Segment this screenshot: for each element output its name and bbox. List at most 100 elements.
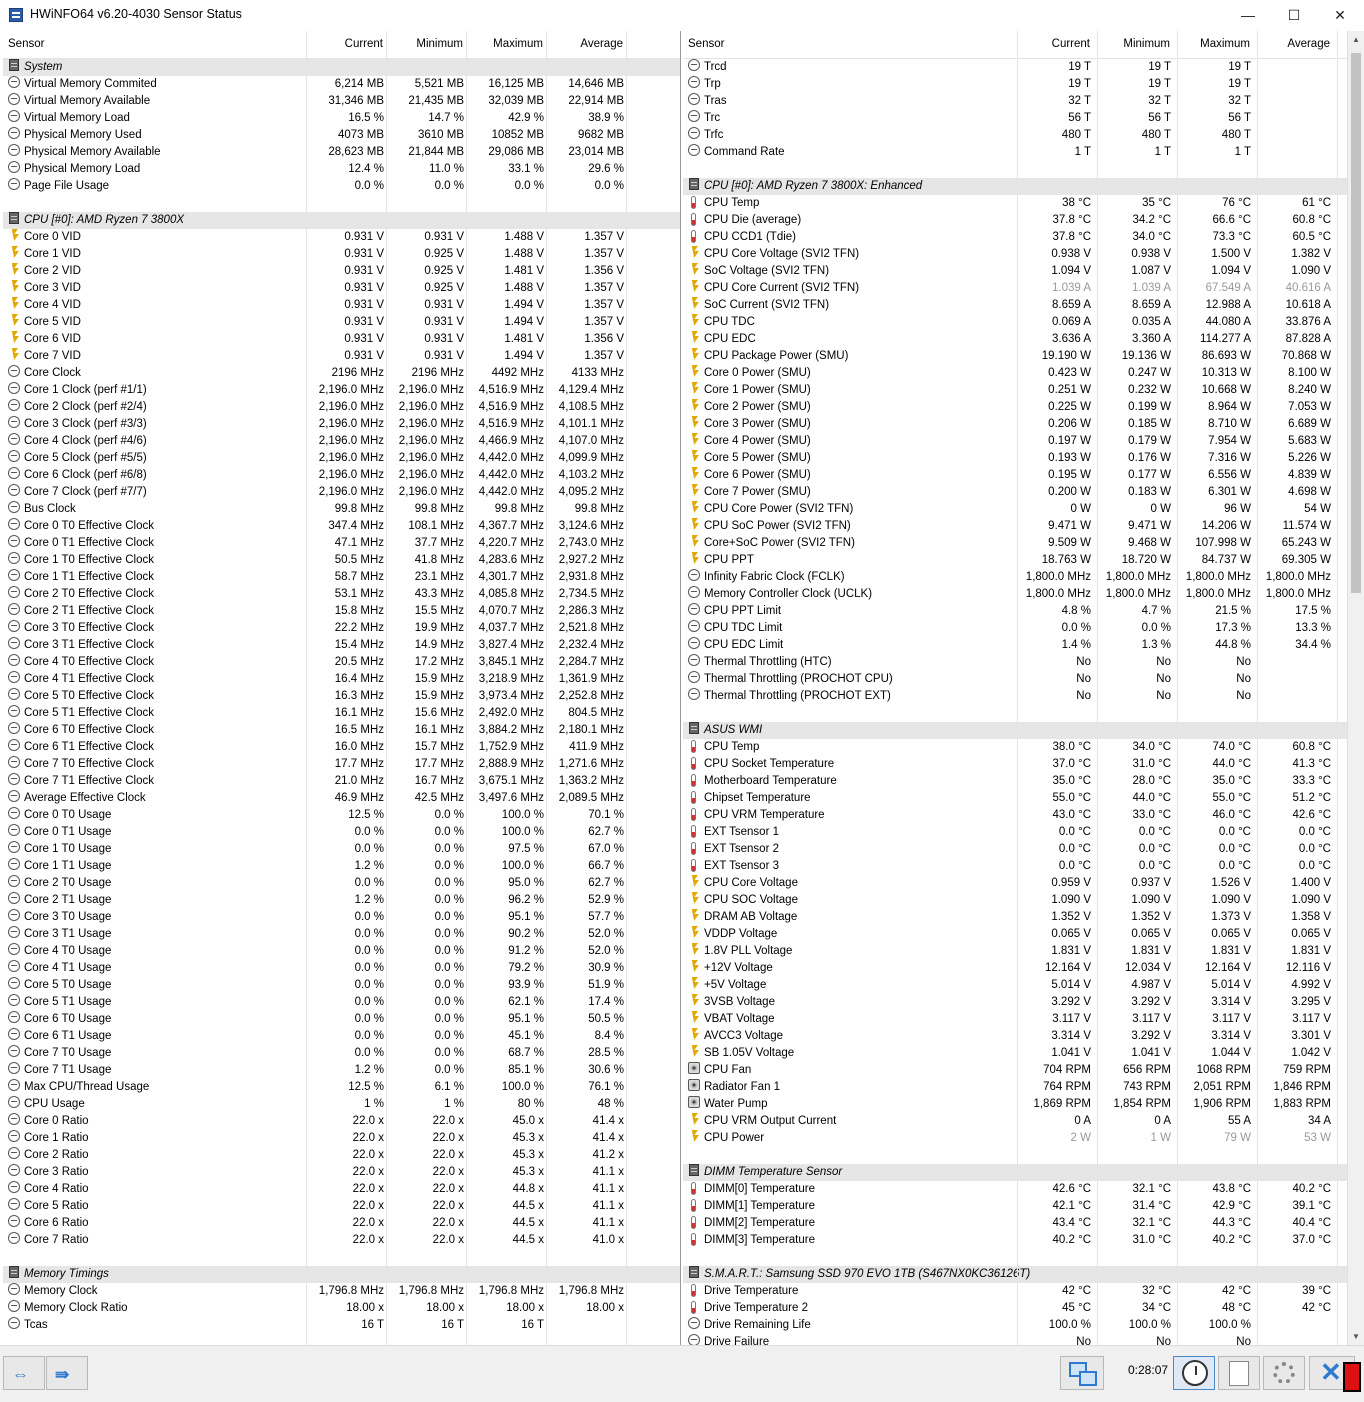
sensor-row-core-1-vid[interactable]: Core 1 VID 0.931 V 0.925 V 1.488 V 1.357 V [3,246,680,263]
header-minimum[interactable]: Minimum [1123,38,1170,50]
sensor-row-core-5-vid[interactable]: Core 5 VID 0.931 V 0.931 V 1.494 V 1.357 V [3,314,680,331]
sensor-row-core-3-ratio[interactable]: Core 3 Ratio 22.0 x 22.0 x 45.3 x 41.1 x [3,1164,680,1181]
sensor-row-cpu-socket-temperature[interactable]: CPU Socket Temperature 37.0 °C 31.0 °C 44.0… [683,756,1363,773]
sensor-group-cpu-0-amd-ryzen-7-3800x-enhanced[interactable]: CPU [#0]: AMD Ryzen 7 3800X: Enhanced [683,178,1363,195]
sensor-row-core-1-t1-usage[interactable]: Core 1 T1 Usage 1.2 % 0.0 % 100.0 % 66.7 % [3,858,680,875]
sensor-row-dimm-2-temperature[interactable]: DIMM[2] Temperature 43.4 °C 32.1 °C 44.3 °C… [683,1215,1363,1232]
sensor-row-vbat-voltage[interactable]: VBAT Voltage 3.117 V 3.117 V 3.117 V 3.117 V [683,1011,1363,1028]
sensor-row-soc-voltage-svi2-tfn[interactable]: SoC Voltage (SVI2 TFN) 1.094 V 1.087 V 1.09… [683,263,1363,280]
sensor-row-core-5-power-smu[interactable]: Core 5 Power (SMU) 0.193 W 0.176 W 7.316 W 5… [683,450,1363,467]
sensor-row-core-7-t0-effective-clock[interactable]: Core 7 T0 Effective Clock 17.7 MHz 17.7 MH… [3,756,680,773]
sensor-row-cpu-temp[interactable]: CPU Temp 38.0 °C 34.0 °C 74.0 °C 60.8 °C [683,739,1363,756]
sensor-row-cpu-fan[interactable]: CPU Fan 704 RPM 656 RPM 1068 RPM 759 RPM [683,1062,1363,1079]
sensor-row-motherboard-temperature[interactable]: Motherboard Temperature 35.0 °C 28.0 °C 35.… [683,773,1363,790]
network-button[interactable] [1060,1356,1104,1390]
sensor-row-core-5-ratio[interactable]: Core 5 Ratio 22.0 x 22.0 x 44.5 x 41.1 x [3,1198,680,1215]
sensor-row-cpu-usage[interactable]: CPU Usage 1 % 1 % 80 % 48 % [3,1096,680,1113]
sensor-row-ext-tsensor-3[interactable]: EXT Tsensor 3 0.0 °C 0.0 °C 0.0 °C 0.0 °C [683,858,1363,875]
sensor-row-core-6-power-smu[interactable]: Core 6 Power (SMU) 0.195 W 0.177 W 6.556 W 4… [683,467,1363,484]
sensor-row-core-1-power-smu[interactable]: Core 1 Power (SMU) 0.251 W 0.232 W 10.668 W… [683,382,1363,399]
sensor-group-asus-wmi[interactable]: ASUS WMI [683,722,1363,739]
sensor-row-thermal-throttling-htc[interactable]: Thermal Throttling (HTC) No No No [683,654,1363,671]
scrollbar-thumb[interactable] [1351,53,1361,593]
sensor-row-cpu-tdc-limit[interactable]: CPU TDC Limit 0.0 % 0.0 % 17.3 % 13.3 % [683,620,1363,637]
sensor-row-virtual-memory-commited[interactable]: Virtual Memory Commited 6,214 MB 5,521 MB 1… [3,76,680,93]
sensor-row-5v-voltage[interactable]: +5V Voltage 5.014 V 4.987 V 5.014 V 4.992 V [683,977,1363,994]
scroll-up-icon[interactable]: ▲ [1348,31,1364,48]
sensor-row-thermal-throttling-prochot-ext[interactable]: Thermal Throttling (PROCHOT EXT) No No No [683,688,1363,705]
sensor-row-core-7-t1-usage[interactable]: Core 7 T1 Usage 1.2 % 0.0 % 85.1 % 30.6 % [3,1062,680,1079]
sensor-row-physical-memory-available[interactable]: Physical Memory Available 28,623 MB 21,844… [3,144,680,161]
sensor-row-core-1-clock-perf-1-1[interactable]: Core 1 Clock (perf #1/1) 2,196.0 MHz 2,196… [3,382,680,399]
sensor-row-tcas[interactable]: Tcas 16 T 16 T 16 T [3,1317,680,1334]
sensor-row-cpu-edc-limit[interactable]: CPU EDC Limit 1.4 % 1.3 % 44.8 % 34.4 % [683,637,1363,654]
sensor-row-core-3-clock-perf-3-3[interactable]: Core 3 Clock (perf #3/3) 2,196.0 MHz 2,196… [3,416,680,433]
sensor-row-trfc[interactable]: Trfc 480 T 480 T 480 T [683,127,1363,144]
sensor-row-virtual-memory-load[interactable]: Virtual Memory Load 16.5 % 14.7 % 42.9 % 38.… [3,110,680,127]
reset-timer-button[interactable] [1173,1356,1215,1390]
sensor-row-memory-controller-clock-uclk[interactable]: Memory Controller Clock (UCLK) 1,800.0 MH… [683,586,1363,603]
sensor-row-dimm-3-temperature[interactable]: DIMM[3] Temperature 40.2 °C 31.0 °C 40.2 °C… [683,1232,1363,1249]
header-current[interactable]: Current [1052,38,1090,50]
sensor-row-thermal-throttling-prochot-cpu[interactable]: Thermal Throttling (PROCHOT CPU) No No No [683,671,1363,688]
sensor-row-virtual-memory-available[interactable]: Virtual Memory Available 31,346 MB 21,435 … [3,93,680,110]
sensor-row-core-2-t0-effective-clock[interactable]: Core 2 T0 Effective Clock 53.1 MHz 43.3 MH… [3,586,680,603]
sensor-group-s-m-a-r-t-samsung-ssd-970-evo-1tb-s467nx0kc36126t[interactable]: S.M.A.R.T.: Samsung SSD 970 EVO 1TB (S46… [683,1266,1363,1283]
sensor-row-drive-temperature-2[interactable]: Drive Temperature 2 45 °C 34 °C 48 °C 42 °C [683,1300,1363,1317]
header-sensor[interactable]: Sensor [688,38,724,50]
sensor-row-core-4-t1-usage[interactable]: Core 4 T1 Usage 0.0 % 0.0 % 79.2 % 30.9 % [3,960,680,977]
sensor-group-memory-timings[interactable]: Memory Timings [3,1266,680,1283]
sensor-row-sb-1-05v-voltage[interactable]: SB 1.05V Voltage 1.041 V 1.041 V 1.044 V 1.0… [683,1045,1363,1062]
sensor-row-core-4-t0-effective-clock[interactable]: Core 4 T0 Effective Clock 20.5 MHz 17.2 MH… [3,654,680,671]
sensor-row-core-clock[interactable]: Core Clock 2196 MHz 2196 MHz 4492 MHz 4133 M… [3,365,680,382]
sensor-row-core-4-power-smu[interactable]: Core 4 Power (SMU) 0.197 W 0.179 W 7.954 W 5… [683,433,1363,450]
sensor-row-core-4-clock-perf-4-6[interactable]: Core 4 Clock (perf #4/6) 2,196.0 MHz 2,196… [3,433,680,450]
sensor-row-water-pump[interactable]: Water Pump 1,869 RPM 1,854 RPM 1,906 RPM 1,8… [683,1096,1363,1113]
sensor-row-core-1-t0-usage[interactable]: Core 1 T0 Usage 0.0 % 0.0 % 97.5 % 67.0 % [3,841,680,858]
sensor-row-core-2-t0-usage[interactable]: Core 2 T0 Usage 0.0 % 0.0 % 95.0 % 62.7 % [3,875,680,892]
sensor-row-drive-failure[interactable]: Drive Failure No No No [683,1334,1363,1345]
sensor-row-core-0-vid[interactable]: Core 0 VID 0.931 V 0.931 V 1.488 V 1.357 V [3,229,680,246]
sensor-row-dimm-0-temperature[interactable]: DIMM[0] Temperature 42.6 °C 32.1 °C 43.8 °C… [683,1181,1363,1198]
header-sensor[interactable]: Sensor [8,38,44,50]
sensor-row-tras[interactable]: Tras 32 T 32 T 32 T [683,93,1363,110]
sensor-row-memory-clock-ratio[interactable]: Memory Clock Ratio 18.00 x 18.00 x 18.00 x 1… [3,1300,680,1317]
sensor-row-core-1-t1-effective-clock[interactable]: Core 1 T1 Effective Clock 58.7 MHz 23.1 MH… [3,569,680,586]
sensor-row-core-3-vid[interactable]: Core 3 VID 0.931 V 0.925 V 1.488 V 1.357 V [3,280,680,297]
logging-button[interactable] [1218,1356,1260,1390]
sensor-row-cpu-core-voltage[interactable]: CPU Core Voltage 0.959 V 0.937 V 1.526 V 1.4… [683,875,1363,892]
scroll-down-icon[interactable]: ▼ [1348,1328,1364,1345]
sensor-row-memory-clock[interactable]: Memory Clock 1,796.8 MHz 1,796.8 MHz 1,796.… [3,1283,680,1300]
sensor-row-core-2-t1-usage[interactable]: Core 2 T1 Usage 1.2 % 0.0 % 96.2 % 52.9 % [3,892,680,909]
sensor-row-core-1-t0-effective-clock[interactable]: Core 1 T0 Effective Clock 50.5 MHz 41.8 MH… [3,552,680,569]
header-average[interactable]: Average [580,38,623,50]
sensor-row-core-5-clock-perf-5-5[interactable]: Core 5 Clock (perf #5/5) 2,196.0 MHz 2,196… [3,450,680,467]
maximize-button[interactable]: ☐ [1271,0,1317,30]
sensor-row-cpu-tdc[interactable]: CPU TDC 0.069 A 0.035 A 44.080 A 33.876 A [683,314,1363,331]
sensor-row-vddp-voltage[interactable]: VDDP Voltage 0.065 V 0.065 V 0.065 V 0.065 V [683,926,1363,943]
sensor-row-core-6-ratio[interactable]: Core 6 Ratio 22.0 x 22.0 x 44.5 x 41.1 x [3,1215,680,1232]
sensor-group-cpu-0-amd-ryzen-7-3800x[interactable]: CPU [#0]: AMD Ryzen 7 3800X [3,212,680,229]
sensor-row-core-3-t0-usage[interactable]: Core 3 T0 Usage 0.0 % 0.0 % 95.1 % 57.7 % [3,909,680,926]
sensor-row-core-0-t1-usage[interactable]: Core 0 T1 Usage 0.0 % 0.0 % 100.0 % 62.7 % [3,824,680,841]
header-minimum[interactable]: Minimum [416,38,463,50]
sensor-row-core-2-power-smu[interactable]: Core 2 Power (SMU) 0.225 W 0.199 W 8.964 W 7… [683,399,1363,416]
header-current[interactable]: Current [345,38,383,50]
sensor-row-drive-remaining-life[interactable]: Drive Remaining Life 100.0 % 100.0 % 100.0 … [683,1317,1363,1334]
sensor-row-12v-voltage[interactable]: +12V Voltage 12.164 V 12.034 V 12.164 V 12.1… [683,960,1363,977]
sensor-row-cpu-vrm-temperature[interactable]: CPU VRM Temperature 43.0 °C 33.0 °C 46.0 °C… [683,807,1363,824]
settings-button[interactable] [1263,1356,1305,1390]
sensor-row-core-3-t0-effective-clock[interactable]: Core 3 T0 Effective Clock 22.2 MHz 19.9 MH… [3,620,680,637]
sensor-row-cpu-power[interactable]: CPU Power 2 W 1 W 79 W 53 W [683,1130,1363,1147]
sensor-row-cpu-vrm-output-current[interactable]: CPU VRM Output Current 0 A 0 A 55 A 34 A [683,1113,1363,1130]
sensor-row-dimm-1-temperature[interactable]: DIMM[1] Temperature 42.1 °C 31.4 °C 42.9 °C… [683,1198,1363,1215]
sensor-row-core-5-t0-usage[interactable]: Core 5 T0 Usage 0.0 % 0.0 % 93.9 % 51.9 % [3,977,680,994]
sensor-row-core-5-t0-effective-clock[interactable]: Core 5 T0 Effective Clock 16.3 MHz 15.9 MH… [3,688,680,705]
sensor-row-drive-temperature[interactable]: Drive Temperature 42 °C 32 °C 42 °C 39 °C [683,1283,1363,1300]
sensor-row-core-4-t0-usage[interactable]: Core 4 T0 Usage 0.0 % 0.0 % 91.2 % 52.0 % [3,943,680,960]
sensor-row-core-4-t1-effective-clock[interactable]: Core 4 T1 Effective Clock 16.4 MHz 15.9 MH… [3,671,680,688]
sensor-row-cpu-ppt-limit[interactable]: CPU PPT Limit 4.8 % 4.7 % 21.5 % 17.5 % [683,603,1363,620]
sensor-row-cpu-edc[interactable]: CPU EDC 3.636 A 3.360 A 114.277 A 87.828 A [683,331,1363,348]
sensor-row-core-6-t0-usage[interactable]: Core 6 T0 Usage 0.0 % 0.0 % 95.1 % 50.5 % [3,1011,680,1028]
sensor-row-infinity-fabric-clock-fclk[interactable]: Infinity Fabric Clock (FCLK) 1,800.0 MHz 1… [683,569,1363,586]
